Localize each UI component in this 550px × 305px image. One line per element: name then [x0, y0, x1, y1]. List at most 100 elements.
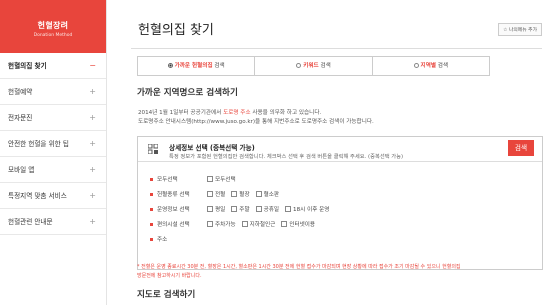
detail-description: 특정 정보가 포함된 헌혈의집만 검색합니다. 체크박스 선택 후 검색 버튼을…	[169, 154, 404, 160]
tab-label: 지역별	[420, 63, 436, 69]
intro-line-2: 도로명주소 안내시스템(http://www.juso.go.kr)을 통해 지…	[138, 118, 374, 125]
filter-row-operation: 운영정보 선택 평일 주말 공휴일 18시 이후 운영	[150, 205, 335, 213]
intro-text: 2014년 1월 1일부터 공공기관에서 도로명 주소 사용을 의무화 하고 있…	[138, 109, 374, 126]
option-label: 지하철인근	[249, 222, 276, 228]
option-label: 주말	[239, 207, 250, 213]
sidebar-item-region-service[interactable]: 특정지역 맞춤 서비스 +	[0, 183, 106, 209]
section-title-nearby: 가까운 지역명으로 검색하기	[137, 88, 238, 98]
sidebar-item-find-center[interactable]: 헌혈의집 찾기 −	[0, 53, 106, 79]
option-label: 전혈	[215, 192, 226, 198]
option-label: 18시 이후 운영	[293, 207, 330, 213]
checkbox[interactable]	[207, 176, 213, 182]
checkbox[interactable]	[255, 206, 262, 212]
detail-title: 상세정보 선택 (중복선택 가능)	[169, 144, 255, 152]
tab-suffix: 검색	[318, 63, 331, 69]
search-button[interactable]: 검색	[508, 140, 534, 156]
sidebar-header-subtitle: Donation Method	[33, 33, 73, 38]
sidebar-item-e-questionnaire[interactable]: 전자문진 +	[0, 105, 106, 131]
filter-label: 편의시설 선택	[157, 222, 190, 228]
tab-nearby[interactable]: 가까운 헌혈의집 검색	[138, 57, 256, 75]
checkbox[interactable]	[207, 221, 213, 227]
intro-text-part: 2014년 1월 1일부터 공공기관에서	[138, 110, 224, 116]
option-label: 평일	[215, 207, 226, 213]
checkbox[interactable]	[241, 221, 248, 227]
checkbox[interactable]	[281, 221, 288, 227]
notice-line-2: 방문전에 참고하시기 바랍니다.	[137, 272, 202, 279]
road-address-highlight: 도로명 주소	[223, 110, 251, 116]
intro-line-1: 2014년 1월 1일부터 공공기관에서 도로명 주소 사용을 의무화 하고 있…	[138, 109, 374, 118]
filter-label: 주소	[157, 237, 168, 243]
divider	[131, 48, 542, 49]
checkbox[interactable]	[207, 191, 213, 197]
collapse-icon[interactable]: −	[89, 53, 96, 78]
sidebar-item-label: 안전한 헌혈을 위한 팁	[8, 140, 69, 148]
filter-label: 모두선택	[157, 177, 178, 183]
filter-label: 헌혈종류 선택	[157, 192, 190, 198]
checkbox[interactable]	[255, 191, 262, 197]
notice-text: * 전혈은 운영 종료시간 30분 전, 혈장은 1시간, 혈소판은 1시간 3…	[137, 263, 543, 280]
checkbox-option[interactable]: 평일	[207, 205, 225, 213]
tab-suffix: 검색	[436, 63, 449, 69]
tab-label: 키워드	[303, 63, 319, 69]
bullet-icon	[150, 207, 153, 211]
checkbox-option[interactable]: 모두선택	[207, 175, 236, 183]
tab-region[interactable]: 지역별 검색	[373, 57, 489, 75]
sidebar-item-label: 헌혈예약	[8, 88, 33, 96]
checkbox-option[interactable]: 주차가능	[207, 220, 236, 228]
option-label: 혈장	[239, 192, 250, 198]
filter-row-address: 주소	[150, 235, 207, 243]
checkbox-option[interactable]: 전혈	[207, 190, 225, 198]
checkbox[interactable]	[231, 206, 238, 212]
intro-text-part: 사용을 의무화 하고 있습니다.	[250, 110, 322, 116]
sidebar-header-title: 헌혈장려	[37, 21, 69, 30]
sidebar-item-label: 전자문진	[8, 114, 33, 122]
expand-icon[interactable]: +	[89, 183, 96, 208]
add-my-menu-button[interactable]: ☆ 나의메뉴 추가	[498, 23, 542, 36]
expand-icon[interactable]: +	[89, 157, 96, 182]
detail-search-box: 상세정보 선택 (중복선택 가능) 특정 정보가 포함된 헌혈의집만 검색합니다…	[137, 136, 543, 270]
sidebar-item-label: 헌혈의집 찾기	[8, 62, 47, 70]
checkbox[interactable]	[207, 206, 213, 212]
tab-label: 가까운 헌혈의집	[174, 63, 213, 69]
bullet-icon	[150, 222, 153, 226]
expand-icon[interactable]: +	[89, 79, 96, 104]
sidebar: 헌혈장려 Donation Method 헌혈의집 찾기 − 헌혈예약 + 전자…	[0, 0, 107, 305]
checkbox-option[interactable]: 공휴일	[255, 205, 279, 213]
sidebar-item-safety-tips[interactable]: 안전한 헌혈을 위한 팁 +	[0, 131, 106, 157]
sidebar-item-label: 모바일 앱	[8, 166, 35, 174]
sidebar-item-reservation[interactable]: 헌혈예약 +	[0, 79, 106, 105]
checkbox-option[interactable]: 인터넷이용	[281, 220, 315, 228]
checkbox-option[interactable]: 혈장	[231, 190, 250, 198]
detail-box-header: 상세정보 선택 (중복선택 가능) 특정 정보가 포함된 헌혈의집만 검색합니다…	[138, 137, 542, 162]
checkbox-option[interactable]: 주말	[231, 205, 250, 213]
tab-keyword[interactable]: 키워드 검색	[255, 57, 373, 75]
option-label: 모두선택	[215, 177, 236, 183]
filter-row-donation-type: 헌혈종류 선택 전혈 혈장 혈소판	[150, 190, 285, 198]
expand-icon[interactable]: +	[89, 131, 96, 156]
radio-icon[interactable]	[413, 62, 419, 68]
page-title: 헌혈의집 찾기	[138, 23, 214, 38]
expand-icon[interactable]: +	[89, 209, 96, 234]
expand-icon[interactable]: +	[89, 105, 96, 130]
radio-selected-icon[interactable]	[167, 62, 173, 68]
sidebar-item-label: 헌혈관련 안내문	[8, 218, 53, 226]
checkbox-option[interactable]: 지하철인근	[241, 220, 276, 228]
checkbox-option[interactable]: 혈소판	[255, 190, 280, 198]
filter-label: 운영정보 선택	[157, 207, 190, 213]
checkbox[interactable]	[285, 206, 292, 212]
section-title-map: 지도로 검색하기	[137, 290, 196, 300]
tab-suffix: 검색	[212, 63, 225, 69]
radio-icon[interactable]	[296, 62, 302, 68]
filter-row-facilities: 편의시설 선택 주차가능 지하철인근 인터넷이용	[150, 220, 321, 228]
bullet-icon	[150, 177, 153, 181]
option-label: 인터넷이용	[289, 222, 316, 228]
sidebar-header: 헌혈장려 Donation Method	[0, 0, 106, 53]
notice-line-1: * 전혈은 운영 종료시간 30분 전, 혈장은 1시간, 혈소판은 1시간 3…	[137, 264, 461, 270]
checkbox-option[interactable]: 18시 이후 운영	[285, 205, 329, 213]
checkbox[interactable]	[231, 191, 238, 197]
sidebar-item-mobile-app[interactable]: 모바일 앱 +	[0, 157, 106, 183]
sidebar-item-notices[interactable]: 헌혈관련 안내문 +	[0, 209, 106, 235]
option-label: 혈소판	[263, 192, 280, 198]
settings-grid-icon	[148, 144, 158, 154]
bullet-icon	[150, 237, 153, 241]
